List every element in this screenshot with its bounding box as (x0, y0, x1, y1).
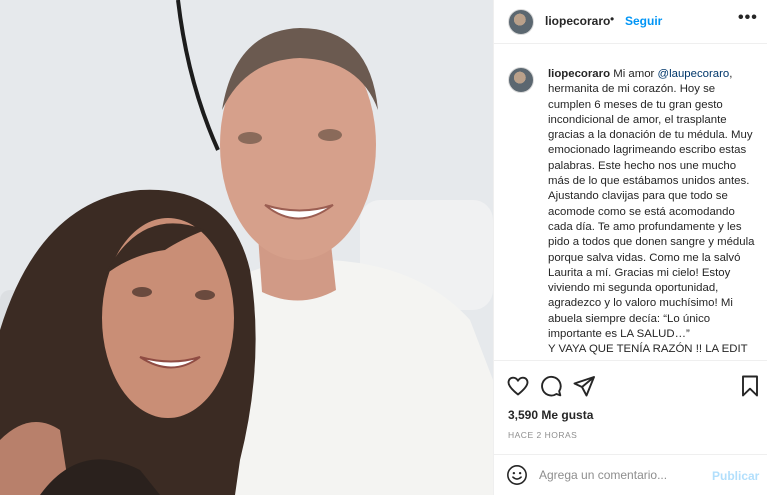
bookmark-icon[interactable] (738, 374, 762, 398)
selfie-illustration (0, 0, 493, 495)
post-photo[interactable] (0, 0, 493, 495)
caption-scroll-area[interactable]: liopecoraro Mi amor @laupecoraro, herman… (494, 52, 767, 358)
comment-bar: Publicar (494, 454, 767, 495)
more-options-icon[interactable]: ••• (738, 9, 758, 27)
likes-count[interactable]: 3,590 Me gusta (508, 408, 593, 422)
heart-icon[interactable] (506, 374, 530, 398)
avatar[interactable] (508, 9, 534, 35)
post-header: liopecoraro • Seguir ••• (494, 0, 767, 44)
comment-input[interactable] (539, 465, 699, 485)
smiley-icon[interactable] (506, 464, 528, 486)
caption-avatar[interactable] (508, 67, 534, 93)
caption-username[interactable]: liopecoraro (548, 68, 610, 80)
caption-mention[interactable]: @laupecoraro (658, 68, 730, 80)
action-bar (494, 360, 767, 410)
caption-body: , hermanita de mi corazón. Hoy se cumple… (548, 68, 755, 341)
paper-plane-icon[interactable] (572, 374, 596, 398)
username-link[interactable]: liopecoraro (545, 14, 610, 28)
post-side-panel: liopecoraro • Seguir ••• liopecoraro Mi … (493, 0, 767, 495)
caption-text: liopecoraro Mi amor @laupecoraro, herman… (548, 67, 760, 358)
post-timestamp[interactable]: HACE 2 HORAS (508, 430, 577, 440)
publish-button[interactable]: Publicar (712, 469, 759, 483)
follow-button[interactable]: Seguir (625, 14, 662, 28)
caption-cut-line: Y VAYA QUE TENÍA RAZÓN !! LA EDIT (548, 343, 748, 356)
separator-dot: • (610, 12, 615, 26)
caption-intro: Mi amor (613, 68, 658, 80)
comment-bubble-icon[interactable] (539, 374, 563, 398)
